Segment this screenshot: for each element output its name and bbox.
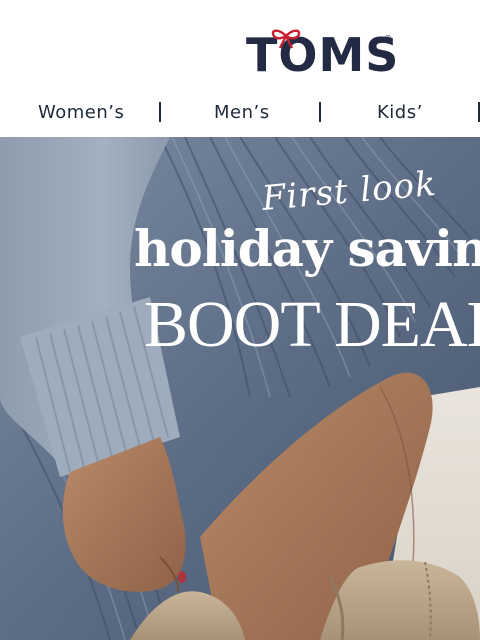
hero-photo <box>0 137 480 640</box>
category-nav: Women’s Men’s Kids’ <box>0 96 480 133</box>
hero-subheadline: BOOT DEALS <box>144 288 480 361</box>
registered-mark: ® <box>384 34 392 43</box>
email-page: TOMS ® Women’s Men’s Kids’ First look ho… <box>0 0 480 640</box>
nav-divider <box>319 102 321 122</box>
nav-item-mens[interactable]: Men’s <box>214 102 270 123</box>
ribbon-bow-icon <box>271 29 301 49</box>
header: TOMS ® <box>0 0 480 96</box>
toms-logo[interactable]: TOMS ® <box>246 28 398 80</box>
hero-banner[interactable]: First look holiday saving BOOT DEALS <box>0 137 480 640</box>
nav-item-kids[interactable]: Kids’ <box>377 102 423 123</box>
hero-headline: holiday saving <box>134 219 480 278</box>
nav-item-womens[interactable]: Women’s <box>38 102 124 123</box>
nav-divider <box>159 102 161 122</box>
